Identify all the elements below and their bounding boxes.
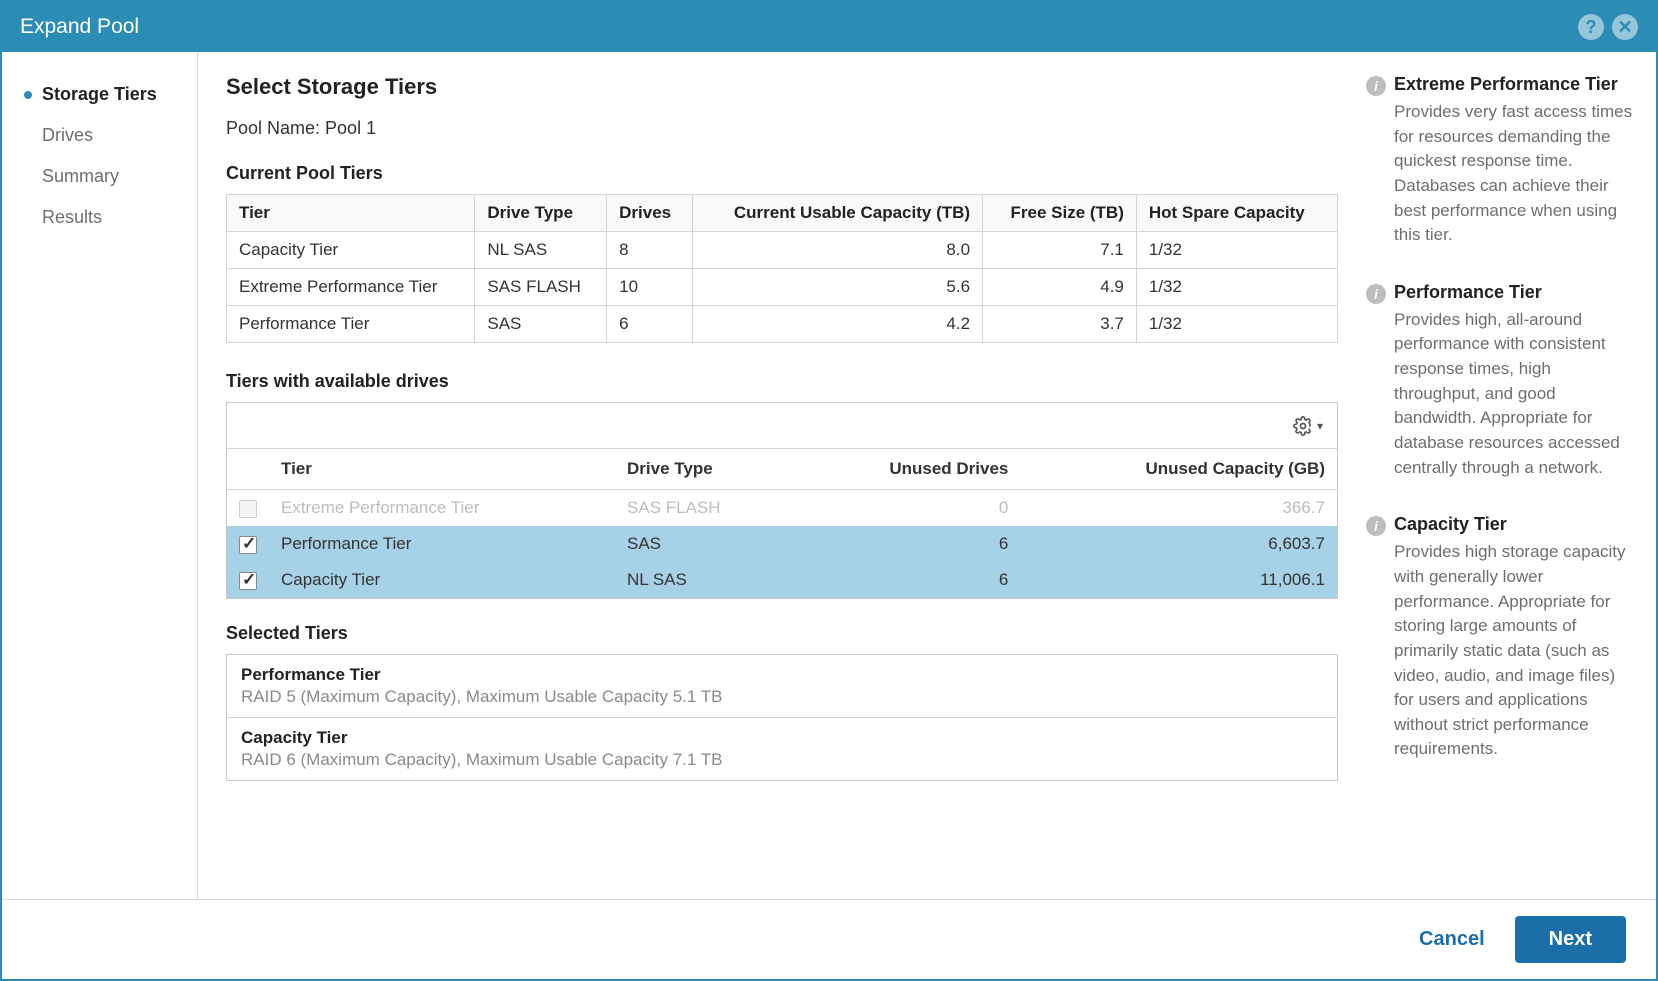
col-hot-spare[interactable]: Hot Spare Capacity <box>1136 195 1337 232</box>
selected-tiers-list: Performance Tier RAID 5 (Maximum Capacit… <box>226 654 1338 781</box>
info-block-capacity: i Capacity Tier Provides high storage ca… <box>1366 514 1634 762</box>
info-panel: i Extreme Performance Tier Provides very… <box>1356 52 1656 899</box>
main-content: Select Storage Tiers Pool Name: Pool 1 C… <box>198 52 1356 899</box>
col-unused-capacity[interactable]: Unused Capacity (GB) <box>1020 449 1337 490</box>
col-drives[interactable]: Drives <box>607 195 693 232</box>
col-unused-drives[interactable]: Unused Drives <box>798 449 1021 490</box>
col-checkbox <box>227 449 269 490</box>
info-icon: i <box>1366 284 1386 304</box>
selected-tiers-heading: Selected Tiers <box>226 623 1338 644</box>
wizard-sidebar: Storage Tiers Drives Summary Results <box>2 52 198 899</box>
gear-icon[interactable]: ▾ <box>1293 416 1323 436</box>
selected-tier-subtitle: RAID 6 (Maximum Capacity), Maximum Usabl… <box>241 750 1323 770</box>
row-checkbox[interactable] <box>239 536 257 554</box>
table-row[interactable]: Extreme Performance Tier SAS FLASH 10 5.… <box>227 269 1338 306</box>
info-block-extreme: i Extreme Performance Tier Provides very… <box>1366 74 1634 248</box>
col-tier[interactable]: Tier <box>269 449 615 490</box>
close-icon[interactable]: ✕ <box>1612 14 1638 40</box>
info-icon: i <box>1366 516 1386 536</box>
col-usable[interactable]: Current Usable Capacity (TB) <box>692 195 982 232</box>
sidebar-step-drives[interactable]: Drives <box>2 115 197 156</box>
col-drive-type[interactable]: Drive Type <box>615 449 798 490</box>
available-tiers-table: Tier Drive Type Unused Drives Unused Cap… <box>227 449 1337 598</box>
available-tiers-heading: Tiers with available drives <box>226 371 1338 392</box>
current-tiers-heading: Current Pool Tiers <box>226 163 1338 184</box>
pool-name-label: Pool Name: Pool 1 <box>226 118 1338 139</box>
selected-tier-title: Capacity Tier <box>241 728 1323 748</box>
titlebar: Expand Pool ? ✕ <box>2 2 1656 52</box>
dialog-footer: Cancel Next <box>2 899 1656 979</box>
table-row[interactable]: Performance Tier SAS 6 6,603.7 <box>227 526 1337 562</box>
col-tier[interactable]: Tier <box>227 195 475 232</box>
info-icon: i <box>1366 76 1386 96</box>
list-item[interactable]: Capacity Tier RAID 6 (Maximum Capacity),… <box>227 718 1337 780</box>
table-row[interactable]: Capacity Tier NL SAS 8 8.0 7.1 1/32 <box>227 232 1338 269</box>
sidebar-step-storage-tiers[interactable]: Storage Tiers <box>2 74 197 115</box>
col-drive-type[interactable]: Drive Type <box>475 195 607 232</box>
page-title: Select Storage Tiers <box>226 74 1338 100</box>
available-tiers-toolbar: ▾ <box>227 403 1337 449</box>
selected-tier-subtitle: RAID 5 (Maximum Capacity), Maximum Usabl… <box>241 687 1323 707</box>
current-tiers-table: Tier Drive Type Drives Current Usable Ca… <box>226 194 1338 343</box>
chevron-down-icon: ▾ <box>1317 419 1323 433</box>
available-tiers-container: ▾ Tier Drive Type Unused Drives Unused C… <box>226 402 1338 599</box>
list-item[interactable]: Performance Tier RAID 5 (Maximum Capacit… <box>227 655 1337 718</box>
expand-pool-dialog: Expand Pool ? ✕ Storage Tiers Drives Sum… <box>0 0 1658 981</box>
info-block-performance: i Performance Tier Provides high, all-ar… <box>1366 282 1634 480</box>
row-checkbox <box>239 500 257 518</box>
table-row[interactable]: Performance Tier SAS 6 4.2 3.7 1/32 <box>227 306 1338 343</box>
help-icon[interactable]: ? <box>1578 14 1604 40</box>
table-row: Extreme Performance Tier SAS FLASH 0 366… <box>227 490 1337 527</box>
cancel-button[interactable]: Cancel <box>1419 928 1485 951</box>
table-row[interactable]: Capacity Tier NL SAS 6 11,006.1 <box>227 562 1337 598</box>
next-button[interactable]: Next <box>1515 916 1626 963</box>
selected-tier-title: Performance Tier <box>241 665 1323 685</box>
dialog-title: Expand Pool <box>20 15 1578 39</box>
sidebar-step-results[interactable]: Results <box>2 197 197 238</box>
col-free[interactable]: Free Size (TB) <box>983 195 1137 232</box>
sidebar-step-summary[interactable]: Summary <box>2 156 197 197</box>
row-checkbox[interactable] <box>239 572 257 590</box>
